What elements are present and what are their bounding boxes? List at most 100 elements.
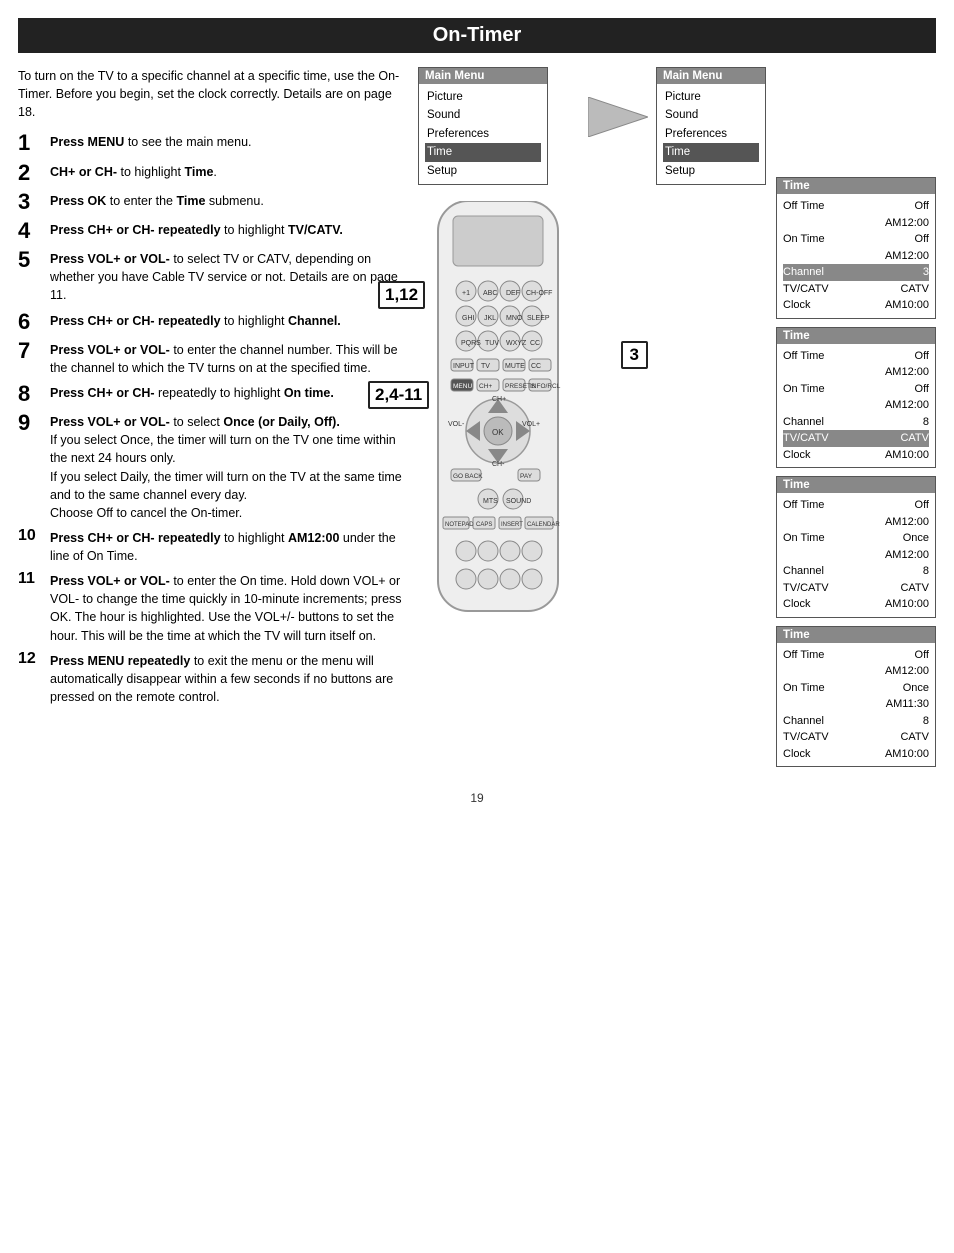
menu-item-setup-1: Setup [425, 162, 541, 180]
time-menu-title-2: Time [777, 328, 935, 344]
right-column: Main Menu Picture Sound Preferences Time… [418, 67, 936, 767]
on-time-val-row-3: AM12:00 [783, 547, 929, 564]
step-num-11: 11 [18, 570, 50, 588]
tvcatv-row-3: TV/CATVCATV [783, 580, 929, 597]
step-text-4: Press CH+ or CH- repeatedly to highlight… [50, 221, 408, 239]
step-label-3: 3 [621, 341, 648, 369]
step-text-12: Press MENU repeatedly to exit the menu o… [50, 652, 408, 706]
menu-item-sound-2: Sound [663, 106, 759, 124]
time-menu-2: Time Off TimeOff AM12:00 On TimeOff AM12… [776, 327, 936, 469]
main-menu-panel-2: Main Menu Picture Sound Preferences Time… [656, 67, 766, 185]
step-11: 11 Press VOL+ or VOL- to enter the On ti… [18, 572, 408, 645]
channel-row-2: Channel8 [783, 414, 929, 431]
step-text-3: Press OK to enter the Time submenu. [50, 192, 408, 210]
time-menu-title-1: Time [777, 178, 935, 194]
svg-text:TUV: TUV [485, 340, 499, 347]
step-text-1: Press MENU to see the main menu. [50, 133, 408, 151]
clock-row-1: ClockAM10:00 [783, 297, 929, 314]
step-6: 6 Press CH+ or CH- repeatedly to highlig… [18, 312, 408, 334]
menu-item-picture-1: Picture [425, 88, 541, 106]
step-num-9: 9 [18, 411, 50, 435]
svg-text:CALENDAR: CALENDAR [527, 522, 560, 528]
svg-text:SLEEP: SLEEP [527, 315, 550, 322]
svg-text:TV: TV [481, 363, 490, 370]
menu-item-time-2: Time [663, 143, 759, 161]
main-menu-body-2: Picture Sound Preferences Time Setup [657, 84, 765, 184]
svg-text:WXYZ: WXYZ [506, 340, 527, 347]
off-time-val-row-1: AM12:00 [783, 215, 929, 232]
on-time-val-row-1: AM12:00 [783, 248, 929, 265]
time-menu-4: Time Off TimeOff AM12:00 On TimeOnce AM1… [776, 626, 936, 768]
time-menu-panels: Time Off TimeOff AM12:00 On TimeOff AM12… [776, 177, 936, 767]
step-text-10: Press CH+ or CH- repeatedly to highlight… [50, 529, 408, 565]
step-num-6: 6 [18, 310, 50, 334]
step-num-10: 10 [18, 527, 50, 545]
step-8: 8 Press CH+ or CH- repeatedly to highlig… [18, 384, 408, 406]
menu-item-picture-2: Picture [663, 88, 759, 106]
menu-item-setup-2: Setup [663, 162, 759, 180]
off-time-row-4: Off TimeOff [783, 647, 929, 664]
on-time-val-row-4: AM11:30 [783, 696, 929, 713]
menu-item-time-1: Time [425, 143, 541, 161]
step-text-6: Press CH+ or CH- repeatedly to highlight… [50, 312, 408, 330]
step-text-8: Press CH+ or CH- repeatedly to highlight… [50, 384, 408, 402]
svg-text:DEF: DEF [506, 290, 520, 297]
off-time-row-1: Off TimeOff [783, 198, 929, 215]
on-time-row-3: On TimeOnce [783, 530, 929, 547]
svg-text:CH-: CH- [492, 461, 505, 468]
tvcatv-row-1: TV/CATVCATV [783, 281, 929, 298]
svg-text:INSERT: INSERT [501, 522, 523, 528]
step-9: 9 Press VOL+ or VOL- to select Once (or … [18, 413, 408, 522]
step-text-7: Press VOL+ or VOL- to enter the channel … [50, 341, 408, 377]
svg-text:ABC: ABC [483, 290, 497, 297]
step-num-4: 4 [18, 219, 50, 243]
step-4: 4 Press CH+ or CH- repeatedly to highlig… [18, 221, 408, 243]
channel-row-4: Channel8 [783, 713, 929, 730]
menu-item-prefs-1: Preferences [425, 125, 541, 143]
svg-text:CH-OFF: CH-OFF [526, 290, 552, 297]
main-menu-title-2: Main Menu [657, 68, 765, 84]
page-number: 19 [0, 791, 954, 805]
step-num-7: 7 [18, 339, 50, 363]
svg-text:GO BACK: GO BACK [453, 473, 483, 480]
svg-text:PAY: PAY [520, 473, 533, 480]
remote-control: +1 ABC DEF CH-OFF GHI JKL MNO SLEEP [418, 201, 578, 621]
step-7: 7 Press VOL+ or VOL- to enter the channe… [18, 341, 408, 377]
time-menu-body-4: Off TimeOff AM12:00 On TimeOnce AM11:30 … [777, 643, 935, 767]
step-10: 10 Press CH+ or CH- repeatedly to highli… [18, 529, 408, 565]
step-num-12: 12 [18, 650, 50, 668]
svg-text:CH+: CH+ [492, 396, 506, 403]
svg-text:MUTE: MUTE [505, 363, 525, 370]
svg-text:CC: CC [531, 363, 541, 370]
off-time-val-row-4: AM12:00 [783, 663, 929, 680]
clock-row-3: ClockAM10:00 [783, 596, 929, 613]
svg-text:PQRS: PQRS [461, 340, 481, 347]
step-num-2: 2 [18, 161, 50, 185]
step-label-2-4-11: 2,4-11 [368, 381, 429, 409]
tvcatv-row-4: TV/CATVCATV [783, 729, 929, 746]
time-menu-title-3: Time [777, 477, 935, 493]
instructions-column: To turn on the TV to a specific channel … [18, 67, 408, 767]
main-menu-panel-1: Main Menu Picture Sound Preferences Time… [418, 67, 548, 185]
svg-text:MNO: MNO [506, 315, 523, 322]
step-2: 2 CH+ or CH- to highlight Time. [18, 163, 408, 185]
off-time-val-row-2: AM12:00 [783, 364, 929, 381]
svg-text:+1: +1 [462, 290, 470, 297]
step-num-5: 5 [18, 248, 50, 272]
svg-text:INFO/RCL: INFO/RCL [530, 383, 561, 390]
svg-text:NOTEPAD: NOTEPAD [445, 522, 474, 528]
on-time-row-4: On TimeOnce [783, 680, 929, 697]
main-menu-title-1: Main Menu [419, 68, 547, 84]
time-menu-1: Time Off TimeOff AM12:00 On TimeOff AM12… [776, 177, 936, 319]
off-time-row-3: Off TimeOff [783, 497, 929, 514]
step-num-1: 1 [18, 131, 50, 155]
clock-row-4: ClockAM10:00 [783, 746, 929, 763]
channel-row-1: Channel3 [783, 264, 929, 281]
tvcatv-row-2: TV/CATVCATV [783, 430, 929, 447]
svg-text:SOUND: SOUND [506, 498, 531, 505]
off-time-row-2: Off TimeOff [783, 348, 929, 365]
on-time-row-1: On TimeOff [783, 231, 929, 248]
svg-text:CH+: CH+ [479, 383, 492, 390]
off-time-val-row-3: AM12:00 [783, 514, 929, 531]
time-menu-title-4: Time [777, 627, 935, 643]
